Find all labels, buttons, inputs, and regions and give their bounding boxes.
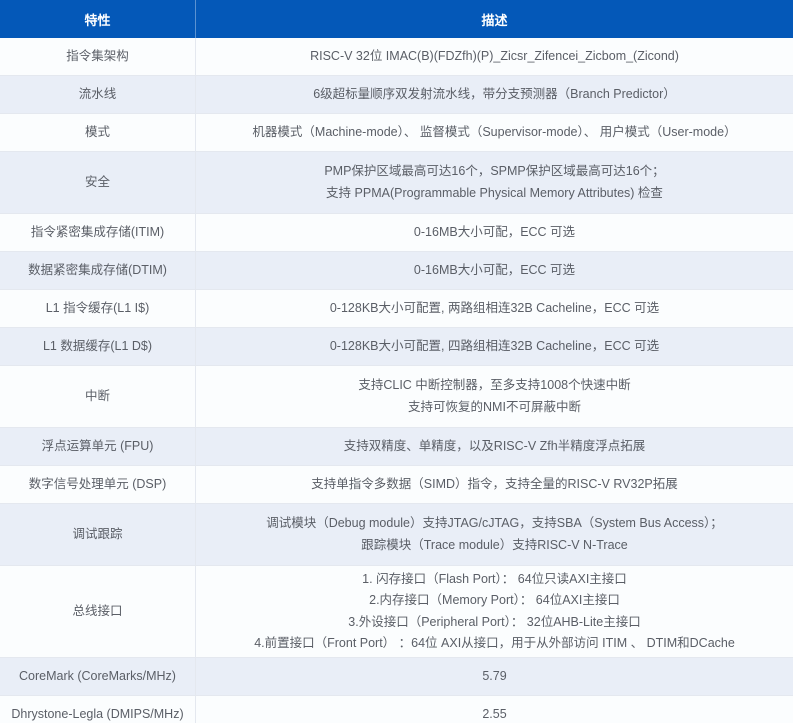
description-line: 调试模块（Debug module）支持JTAG/cJTAG，支持SBA（Sys… — [266, 513, 723, 535]
table-row: 数字信号处理单元 (DSP) 支持单指令多数据（SIMD）指令，支持全量的RISC… — [0, 466, 793, 504]
description-line: 支持可恢复的NMI不可屏蔽中断 — [408, 397, 581, 419]
feature-cell: L1 数据缓存(L1 D$) — [0, 328, 196, 365]
feature-cell: 指令集架构 — [0, 38, 196, 75]
feature-label: Dhrystone-Legla (DMIPS/MHz) — [11, 704, 183, 723]
feature-cell: 流水线 — [0, 76, 196, 113]
description-line: 3.外设接口（Peripheral Port）： 32位AHB-Lite主接口 — [348, 612, 640, 634]
description-line: 5.79 — [482, 666, 506, 688]
description-line: 4.前置接口（Front Port） ：64位 AXI从接口，用于从外部访问 I… — [254, 633, 735, 655]
description-line: 0-128KB大小可配置, 四路组相连32B Cacheline，ECC 可选 — [330, 336, 659, 358]
feature-label: L1 指令缓存(L1 I$) — [46, 298, 150, 320]
feature-cell: 指令紧密集成存储(ITIM) — [0, 214, 196, 251]
feature-label: 流水线 — [79, 84, 117, 106]
table-row: 模式 机器模式（Machine-mode）、 监督模式（Supervisor-mo… — [0, 114, 793, 152]
description-line: 支持CLIC 中断控制器，至多支持1008个快速中断 — [358, 375, 630, 397]
table-row: 调试跟踪 调试模块（Debug module）支持JTAG/cJTAG，支持SBA… — [0, 504, 793, 566]
description-cell: 1. 闪存接口（Flash Port）： 64位只读AXI主接口2.内存接口（M… — [196, 566, 793, 657]
feature-label: 模式 — [85, 122, 110, 144]
spec-table: 特性 描述 指令集架构 RISC-V 32位 IMAC(B)(FDZfh)(P)_… — [0, 0, 793, 723]
feature-label: 总线接口 — [72, 601, 122, 623]
description-cell: 0-16MB大小可配，ECC 可选 — [196, 214, 793, 251]
feature-label: CoreMark (CoreMarks/MHz) — [19, 666, 176, 688]
feature-cell: Dhrystone-Legla (DMIPS/MHz) — [0, 696, 196, 723]
table-row: 总线接口 1. 闪存接口（Flash Port）： 64位只读AXI主接口2.内存… — [0, 566, 793, 658]
description-line: 支持 PPMA(Programmable Physical Memory Att… — [326, 183, 663, 205]
description-cell: 支持单指令多数据（SIMD）指令，支持全量的RISC-V RV32P拓展 — [196, 466, 793, 503]
description-cell: 支持CLIC 中断控制器，至多支持1008个快速中断支持可恢复的NMI不可屏蔽中… — [196, 366, 793, 427]
table-body: 指令集架构 RISC-V 32位 IMAC(B)(FDZfh)(P)_Zicsr_… — [0, 38, 793, 723]
feature-cell: 中断 — [0, 366, 196, 427]
description-cell: RISC-V 32位 IMAC(B)(FDZfh)(P)_Zicsr_Zifen… — [196, 38, 793, 75]
feature-cell: L1 指令缓存(L1 I$) — [0, 290, 196, 327]
description-line: 支持双精度、单精度，以及RISC-V Zfh半精度浮点拓展 — [344, 436, 645, 458]
feature-label: 数字信号处理单元 (DSP) — [29, 474, 167, 496]
table-row: 安全 PMP保护区域最高可达16个，SPMP保护区域最高可达16个；支持 PPMA… — [0, 152, 793, 214]
description-line: 0-16MB大小可配，ECC 可选 — [414, 260, 575, 282]
description-cell: 2.55 — [196, 696, 793, 723]
feature-cell: 总线接口 — [0, 566, 196, 657]
table-row: Dhrystone-Legla (DMIPS/MHz) 2.55 — [0, 696, 793, 723]
description-line: PMP保护区域最高可达16个，SPMP保护区域最高可达16个； — [324, 161, 664, 183]
description-cell: 0-128KB大小可配置, 两路组相连32B Cacheline，ECC 可选 — [196, 290, 793, 327]
feature-label: 浮点运算单元 (FPU) — [42, 436, 154, 458]
feature-cell: CoreMark (CoreMarks/MHz) — [0, 658, 196, 695]
table-header: 特性 描述 — [0, 0, 793, 38]
description-line: 1. 闪存接口（Flash Port）： 64位只读AXI主接口 — [362, 569, 627, 591]
column-header-feature: 特性 — [0, 0, 196, 38]
feature-label: 指令紧密集成存储(ITIM) — [31, 222, 164, 244]
feature-cell: 安全 — [0, 152, 196, 213]
description-line: 2.内存接口（Memory Port）： 64位AXI主接口 — [369, 590, 620, 612]
column-header-description: 描述 — [196, 0, 793, 38]
feature-label: 数据紧密集成存储(DTIM) — [28, 260, 167, 282]
description-line: 支持单指令多数据（SIMD）指令，支持全量的RISC-V RV32P拓展 — [311, 474, 677, 496]
feature-label: 中断 — [85, 386, 110, 408]
description-line: RISC-V 32位 IMAC(B)(FDZfh)(P)_Zicsr_Zifen… — [310, 46, 679, 68]
description-line: 跟踪模块（Trace module）支持RISC-V N-Trace — [361, 535, 627, 557]
description-line: 0-16MB大小可配，ECC 可选 — [414, 222, 575, 244]
table-row: CoreMark (CoreMarks/MHz) 5.79 — [0, 658, 793, 696]
table-row: L1 数据缓存(L1 D$) 0-128KB大小可配置, 四路组相连32B Cac… — [0, 328, 793, 366]
feature-cell: 调试跟踪 — [0, 504, 196, 565]
description-line: 机器模式（Machine-mode）、 监督模式（Supervisor-mode… — [252, 122, 736, 144]
feature-label: L1 数据缓存(L1 D$) — [43, 336, 152, 358]
table-row: 浮点运算单元 (FPU) 支持双精度、单精度，以及RISC-V Zfh半精度浮点拓… — [0, 428, 793, 466]
description-cell: 6级超标量顺序双发射流水线，带分支预测器（Branch Predictor） — [196, 76, 793, 113]
description-cell: 0-16MB大小可配，ECC 可选 — [196, 252, 793, 289]
feature-label: 调试跟踪 — [72, 524, 122, 546]
description-line: 2.55 — [482, 704, 506, 723]
table-row: L1 指令缓存(L1 I$) 0-128KB大小可配置, 两路组相连32B Cac… — [0, 290, 793, 328]
table-row: 中断 支持CLIC 中断控制器，至多支持1008个快速中断支持可恢复的NMI不可屏… — [0, 366, 793, 428]
description-line: 6级超标量顺序双发射流水线，带分支预测器（Branch Predictor） — [313, 84, 676, 106]
table-row: 指令集架构 RISC-V 32位 IMAC(B)(FDZfh)(P)_Zicsr_… — [0, 38, 793, 76]
feature-cell: 浮点运算单元 (FPU) — [0, 428, 196, 465]
feature-cell: 数字信号处理单元 (DSP) — [0, 466, 196, 503]
feature-cell: 数据紧密集成存储(DTIM) — [0, 252, 196, 289]
feature-cell: 模式 — [0, 114, 196, 151]
description-cell: 5.79 — [196, 658, 793, 695]
table-row: 流水线 6级超标量顺序双发射流水线，带分支预测器（Branch Predictor… — [0, 76, 793, 114]
description-cell: 调试模块（Debug module）支持JTAG/cJTAG，支持SBA（Sys… — [196, 504, 793, 565]
feature-label: 安全 — [85, 172, 110, 194]
table-row: 指令紧密集成存储(ITIM) 0-16MB大小可配，ECC 可选 — [0, 214, 793, 252]
description-cell: 0-128KB大小可配置, 四路组相连32B Cacheline，ECC 可选 — [196, 328, 793, 365]
description-cell: PMP保护区域最高可达16个，SPMP保护区域最高可达16个；支持 PPMA(P… — [196, 152, 793, 213]
feature-label: 指令集架构 — [66, 46, 129, 68]
table-row: 数据紧密集成存储(DTIM) 0-16MB大小可配，ECC 可选 — [0, 252, 793, 290]
description-cell: 支持双精度、单精度，以及RISC-V Zfh半精度浮点拓展 — [196, 428, 793, 465]
description-line: 0-128KB大小可配置, 两路组相连32B Cacheline，ECC 可选 — [330, 298, 659, 320]
description-cell: 机器模式（Machine-mode）、 监督模式（Supervisor-mode… — [196, 114, 793, 151]
